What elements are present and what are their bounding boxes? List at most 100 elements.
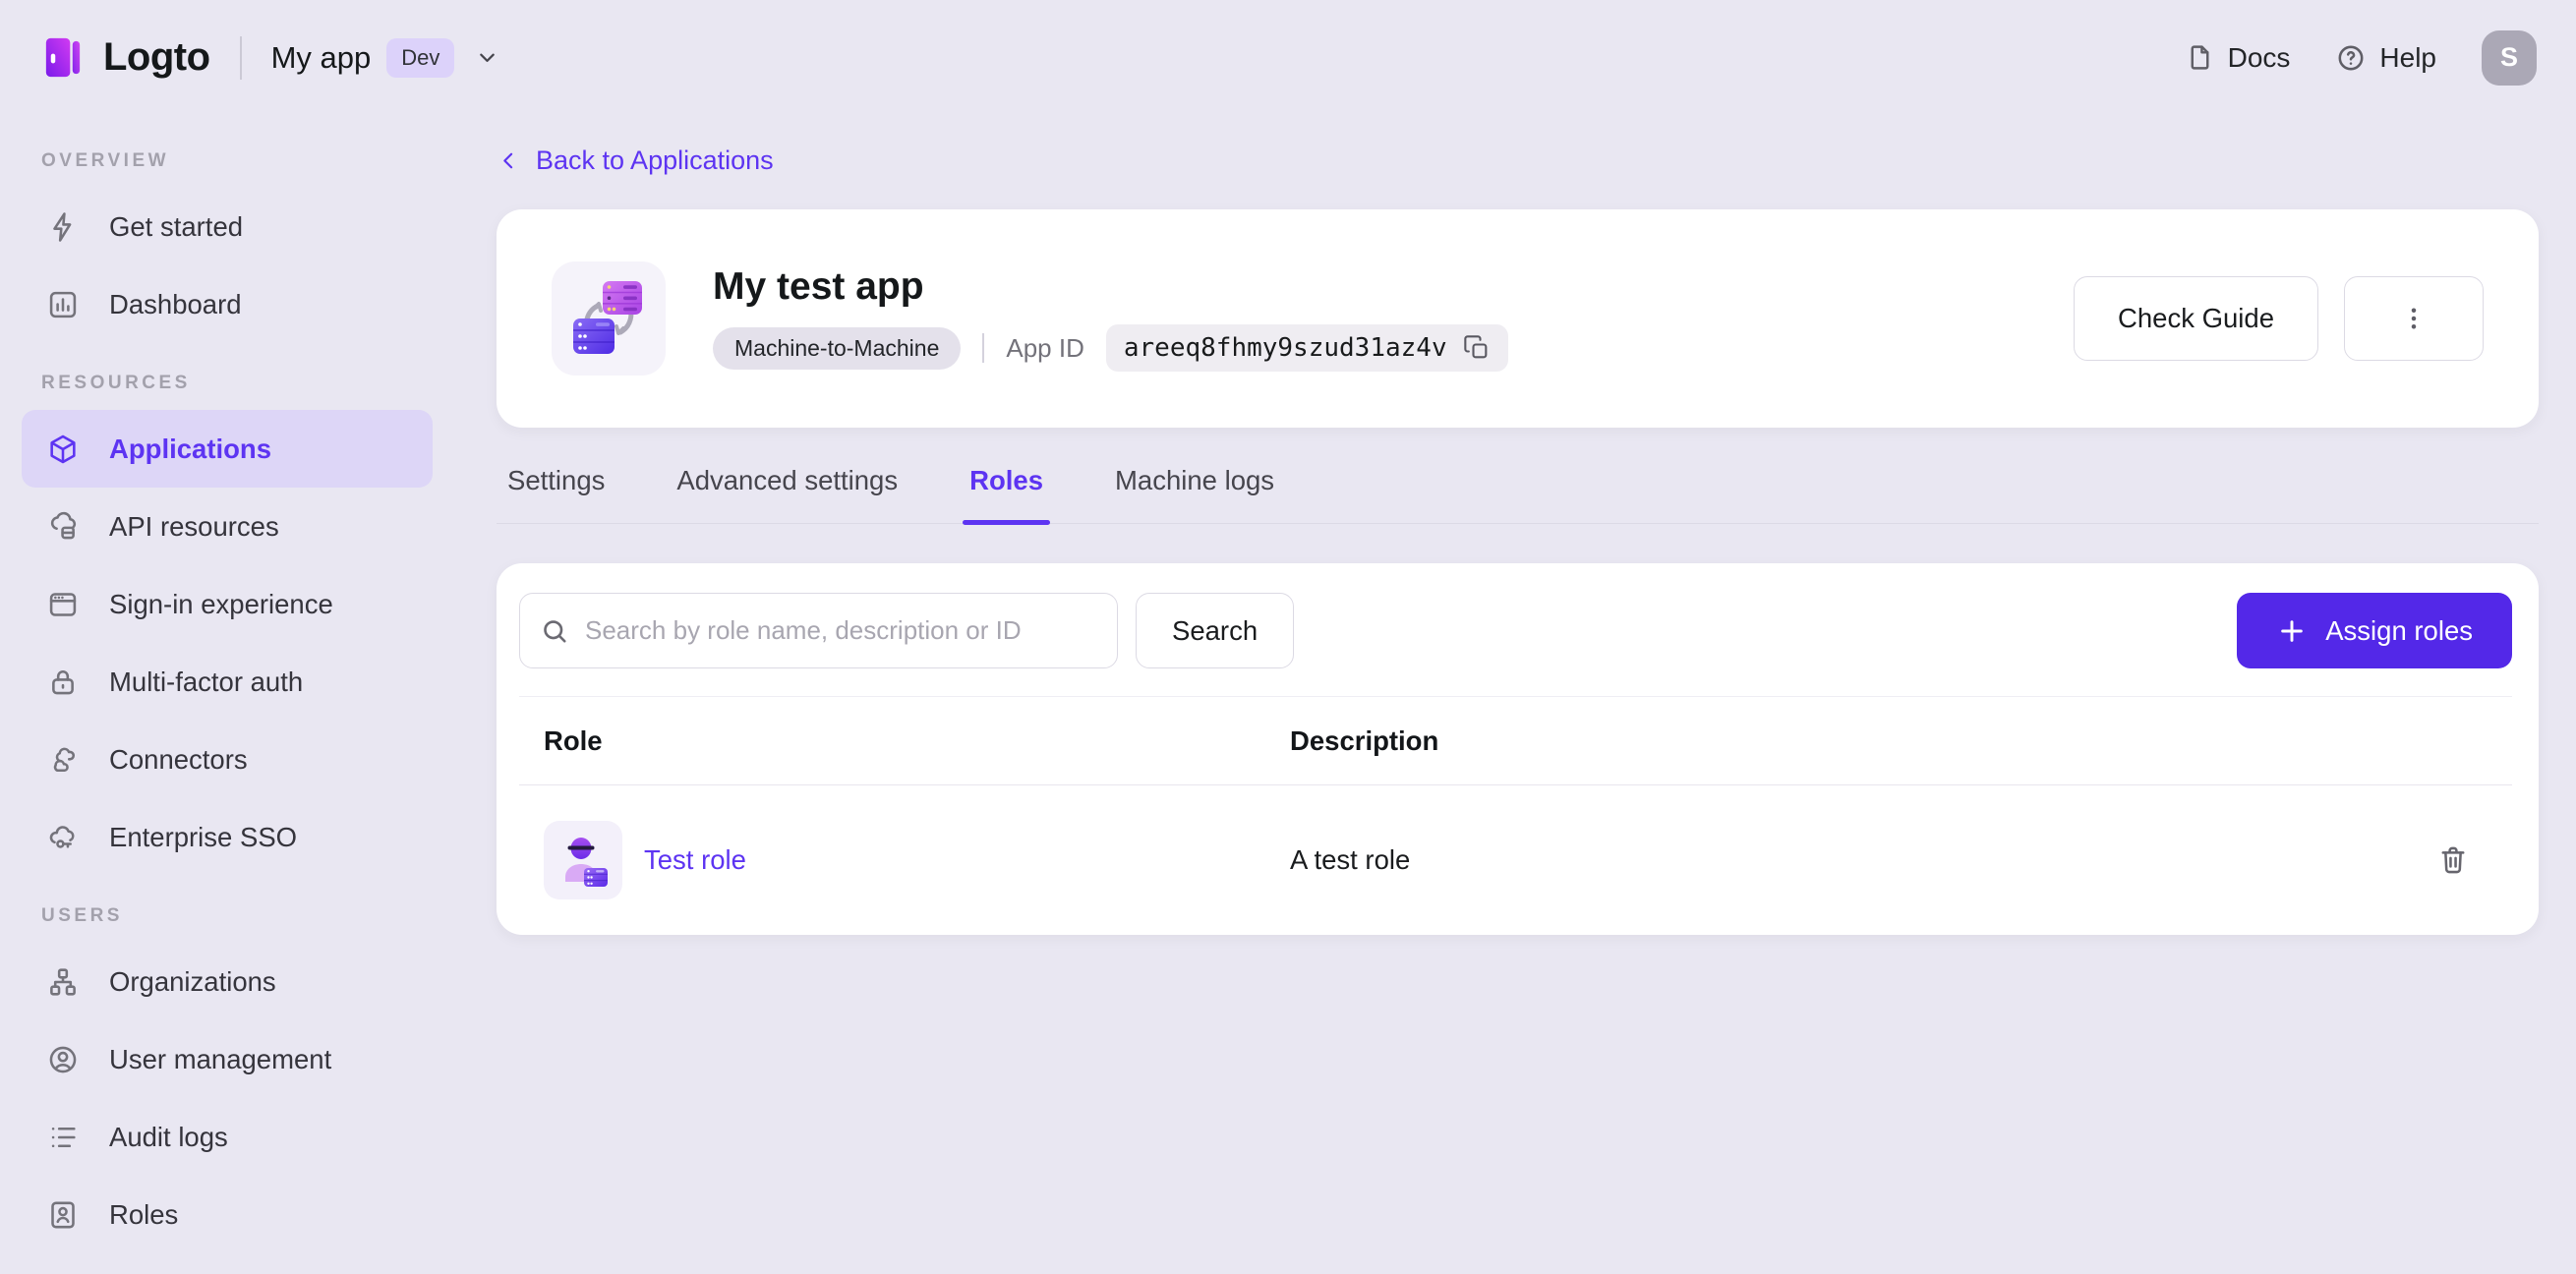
sidebar-item-roles[interactable]: Roles — [22, 1176, 433, 1253]
assign-roles-button[interactable]: Assign roles — [2237, 593, 2512, 668]
kebab-icon — [2411, 308, 2417, 329]
chevron-down-icon — [474, 44, 500, 71]
sidebar-item-applications[interactable]: Applications — [22, 410, 433, 488]
sidebar-item-label: Roles — [109, 1198, 179, 1230]
help-label: Help — [2379, 41, 2436, 73]
sidebar-item-label: API resources — [109, 510, 279, 542]
user-avatar[interactable]: S — [2482, 29, 2537, 86]
roles-toolbar: Search Assign roles — [519, 593, 2512, 668]
sidebar-item-enterprise-sso[interactable]: Enterprise SSO — [22, 798, 433, 876]
app-info: My test app Machine-to-Machine App ID ar… — [713, 265, 1508, 372]
current-app-name: My app — [270, 39, 372, 75]
app-id-chip: areeq8fhmy9szud31az4v — [1105, 324, 1508, 372]
trash-icon — [2441, 846, 2465, 874]
id-card-icon — [46, 1198, 80, 1232]
chevron-left-icon — [497, 148, 521, 173]
sidebar-item-audit-logs[interactable]: Audit logs — [22, 1098, 433, 1176]
brand-name: Logto — [103, 35, 210, 79]
back-to-applications-link[interactable]: Back to Applications — [497, 141, 774, 180]
docs-label: Docs — [2227, 41, 2291, 73]
docs-link[interactable]: Docs — [2185, 41, 2291, 74]
tab-advanced-settings[interactable]: Advanced settings — [676, 465, 898, 523]
column-header-role: Role — [544, 724, 603, 756]
app-id-value: areeq8fhmy9szud31az4v — [1123, 333, 1447, 363]
search-input[interactable] — [585, 615, 1097, 646]
topbar-right: Docs Help S — [2185, 29, 2537, 86]
env-badge: Dev — [386, 37, 455, 78]
person-circle-icon — [46, 1043, 80, 1076]
delete-role-button[interactable] — [2430, 838, 2476, 883]
avatar-initial: S — [2499, 42, 2518, 72]
tab-machine-logs[interactable]: Machine logs — [1115, 465, 1274, 523]
roles-panel: Search Assign roles Role Description — [497, 563, 2539, 935]
sidebar-item-label: Applications — [109, 433, 272, 464]
cube-icon — [46, 433, 80, 466]
sidebar-item-label: Get started — [109, 210, 244, 242]
sidebar-item-get-started[interactable]: Get started — [22, 188, 433, 265]
sidebar-item-label: Organizations — [109, 965, 276, 997]
app-meta: Machine-to-Machine App ID areeq8fhmy9szu… — [713, 324, 1508, 372]
sidebar: OVERVIEW Get started Dashboard RESOURCES… — [0, 115, 462, 1274]
app-type-badge: Machine-to-Machine — [713, 326, 962, 370]
copy-icon[interactable] — [1463, 334, 1491, 362]
clouds-icon — [46, 743, 80, 777]
sidebar-item-label: Dashboard — [109, 288, 242, 319]
sidebar-item-user-management[interactable]: User management — [22, 1020, 433, 1098]
app-switcher[interactable]: My app Dev — [270, 37, 501, 78]
assign-roles-label: Assign roles — [2325, 614, 2473, 646]
sidebar-item-sign-in-experience[interactable]: Sign-in experience — [22, 565, 433, 643]
hierarchy-icon — [46, 965, 80, 999]
sidebar-item-dashboard[interactable]: Dashboard — [22, 265, 433, 343]
tab-roles[interactable]: Roles — [963, 465, 1050, 525]
list-icon — [46, 1121, 80, 1154]
app-actions: Check Guide — [2074, 276, 2484, 361]
page-title: My test app — [713, 265, 924, 308]
logto-logo-icon — [39, 34, 86, 81]
tab-settings[interactable]: Settings — [507, 465, 605, 523]
role-cell: Test role — [519, 821, 1290, 899]
meta-divider — [982, 333, 985, 363]
topbar: Logto My app Dev Docs Help S — [0, 0, 2576, 115]
table-header: Role Description — [519, 696, 2512, 785]
document-icon — [2185, 42, 2215, 73]
topbar-divider — [239, 35, 242, 80]
main-content: Back to Applications My test app Machine… — [497, 115, 2539, 935]
more-actions-button[interactable] — [2344, 276, 2484, 361]
roles-table: Role Description Test role A test role — [519, 696, 2512, 935]
table-row: Test role A test role — [519, 785, 2512, 935]
sidebar-item-api-resources[interactable]: API resources — [22, 488, 433, 565]
sidebar-item-multi-factor-auth[interactable]: Multi-factor auth — [22, 643, 433, 721]
machine-to-machine-app-icon — [552, 261, 666, 376]
role-name-link[interactable]: Test role — [644, 844, 746, 876]
sidebar-section-users: USERS — [41, 905, 123, 926]
search-box — [519, 593, 1118, 668]
sidebar-section-resources: RESOURCES — [41, 373, 191, 393]
m2m-role-icon — [544, 821, 622, 899]
lock-icon — [46, 666, 80, 699]
sidebar-item-label: Sign-in experience — [109, 588, 333, 619]
app-id-label: App ID — [1006, 332, 1084, 363]
sidebar-item-label: Multi-factor auth — [109, 666, 304, 697]
sidebar-item-label: Connectors — [109, 743, 248, 775]
plus-icon — [2281, 619, 2304, 642]
role-description: A test role — [1290, 844, 1411, 875]
sidebar-item-organizations[interactable]: Organizations — [22, 943, 433, 1020]
sidebar-item-connectors[interactable]: Connectors — [22, 721, 433, 798]
browser-window-icon — [46, 588, 80, 621]
sidebar-item-label: Enterprise SSO — [109, 821, 298, 852]
logto-logo[interactable]: Logto — [39, 34, 210, 81]
sidebar-item-label: User management — [109, 1043, 332, 1074]
column-header-description: Description — [1290, 724, 1439, 756]
cloud-key-icon — [46, 821, 80, 854]
sidebar-section-overview: OVERVIEW — [41, 150, 170, 171]
cloud-box-icon — [46, 510, 80, 544]
search-button[interactable]: Search — [1136, 593, 1295, 668]
lightning-icon — [46, 210, 80, 244]
help-link[interactable]: Help — [2335, 42, 2436, 74]
back-link-label: Back to Applications — [536, 145, 774, 175]
sidebar-item-label: Audit logs — [109, 1121, 228, 1152]
search-icon — [540, 616, 569, 646]
check-guide-button[interactable]: Check Guide — [2074, 276, 2318, 361]
bar-chart-icon — [46, 288, 80, 321]
app-detail-tabs: Settings Advanced settings Roles Machine… — [497, 465, 2539, 525]
